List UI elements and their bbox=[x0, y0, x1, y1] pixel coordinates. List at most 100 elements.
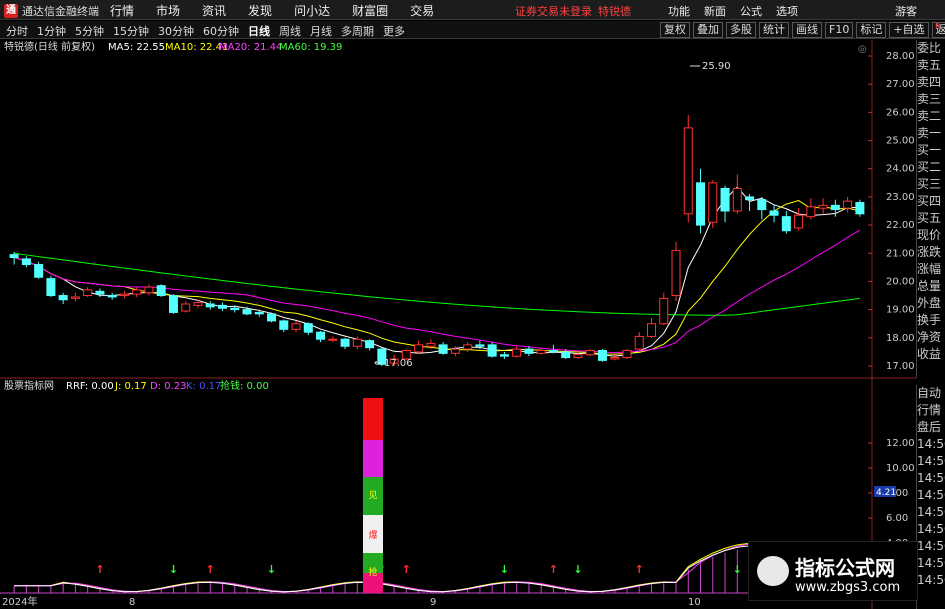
period-monthly[interactable]: 月线 bbox=[310, 23, 332, 39]
candle-up bbox=[83, 289, 93, 297]
candle-up bbox=[683, 127, 693, 215]
candle-up bbox=[818, 204, 828, 209]
watermark-title: 指标公式网 bbox=[795, 556, 895, 580]
candle-down bbox=[205, 303, 215, 308]
diejia-button[interactable]: 叠加 bbox=[693, 22, 723, 38]
candle-down bbox=[230, 307, 240, 311]
period-fenshi[interactable]: 分时 bbox=[6, 23, 28, 39]
quote-field-label: 净资 bbox=[917, 330, 942, 344]
quote-field-label: 换手 bbox=[917, 313, 942, 327]
period-30min[interactable]: 30分钟 bbox=[158, 23, 194, 39]
buy-arrow-icon: ↑ bbox=[635, 563, 644, 576]
menu-gongshi[interactable]: 公式 bbox=[740, 3, 762, 19]
tick-panel-label[interactable]: 行情 bbox=[917, 402, 945, 419]
candle-up bbox=[426, 342, 436, 347]
menu-xinmian[interactable]: 新面 bbox=[704, 3, 726, 19]
price-tick-label: 19.00 bbox=[886, 305, 915, 316]
legend-j: J: 0.17 bbox=[114, 381, 147, 392]
indicator-marker: 4.21 bbox=[876, 488, 896, 498]
chart-settings-icon[interactable]: ◎ bbox=[858, 44, 867, 55]
sell-arrow-icon: ↓ bbox=[573, 563, 582, 576]
watermark-url: www.zbgs3.com bbox=[795, 580, 901, 595]
period-multi[interactable]: 多周期 bbox=[341, 23, 374, 39]
tick-panel: 自动行情盘后14:5014:5014:5014:5014:5014:5014:5… bbox=[916, 385, 945, 609]
title-bar: 通 通达信金融终端 行情 市场 资讯 发现 问小达 财富圈 交易 证券交易未登录… bbox=[0, 0, 945, 20]
huaxian-button[interactable]: 画线 bbox=[792, 22, 822, 38]
period-weekly[interactable]: 周线 bbox=[279, 23, 301, 39]
quote-field-label: 外盘 bbox=[917, 296, 942, 310]
period-60min[interactable]: 60分钟 bbox=[203, 23, 239, 39]
period-5min[interactable]: 5分钟 bbox=[75, 23, 104, 39]
indicator-tick-label: 6.00 bbox=[886, 513, 908, 524]
menu-wenxiaoda[interactable]: 问小达 bbox=[294, 2, 330, 19]
price-tick-label: 28.00 bbox=[886, 51, 915, 62]
candle-up bbox=[193, 302, 203, 306]
period-15min[interactable]: 15分钟 bbox=[113, 23, 149, 39]
candle-down bbox=[46, 278, 56, 297]
candle-up bbox=[806, 206, 816, 218]
candle-up bbox=[70, 296, 80, 299]
candle-up bbox=[622, 350, 632, 359]
menu-zixun[interactable]: 资讯 bbox=[202, 2, 226, 19]
candle-up bbox=[843, 200, 853, 209]
f10-button[interactable]: F10 bbox=[825, 22, 854, 38]
period-daily[interactable]: 日线 bbox=[248, 23, 270, 39]
tick-panel-label[interactable]: 盘后 bbox=[917, 419, 945, 436]
date-label-year: 2024年 bbox=[2, 595, 37, 608]
legend-ma60: MA60: 19.39 bbox=[279, 42, 342, 53]
candle-up bbox=[450, 348, 460, 354]
menu-xuanxiang[interactable]: 选项 bbox=[776, 3, 798, 19]
candle-down bbox=[475, 344, 485, 347]
candle-down bbox=[548, 350, 558, 353]
tick-panel-label[interactable]: 自动 bbox=[917, 385, 945, 402]
svg-text:25.90: 25.90 bbox=[702, 61, 731, 72]
candle-up bbox=[132, 289, 142, 295]
low-annotation: ← 17.06 bbox=[374, 358, 413, 369]
candle-up bbox=[144, 286, 154, 294]
indicator-name: 股票指标网 bbox=[4, 379, 54, 392]
sell-arrow-icon: ↓ bbox=[267, 563, 276, 576]
period-more[interactable]: 更多 bbox=[383, 23, 405, 39]
tongji-button[interactable]: 统计 bbox=[759, 22, 789, 38]
indicator-tick-label: 10.00 bbox=[886, 463, 915, 474]
candle-up bbox=[671, 249, 681, 297]
fuquan-button[interactable]: 复权 bbox=[660, 22, 690, 38]
duogu-button[interactable]: 多股 bbox=[726, 22, 756, 38]
candle-down bbox=[696, 182, 706, 226]
date-label-aug: 8 bbox=[129, 597, 135, 608]
candle-down bbox=[438, 344, 448, 354]
quote-field-label: 卖五 bbox=[917, 58, 942, 72]
biaoji-button[interactable]: 标记 bbox=[856, 22, 887, 38]
menu-hangqing[interactable]: 行情 bbox=[110, 2, 134, 19]
candle-up bbox=[536, 350, 546, 354]
quote-field-label: 卖三 bbox=[917, 92, 942, 106]
quote-field-label: 买三 bbox=[917, 177, 942, 191]
quote-field-label: 卖一 bbox=[917, 126, 942, 140]
menu-faxian[interactable]: 发现 bbox=[248, 2, 272, 19]
menu-caifuquan[interactable]: 财富圈 bbox=[352, 2, 388, 19]
quote-field-label: 买二 bbox=[917, 160, 942, 174]
quote-field-label: 现价 bbox=[917, 228, 942, 242]
guest-label[interactable]: 游客 bbox=[895, 3, 917, 19]
kline-chart[interactable]: 特锐德(日线 前复权) MA5: 22.55 MA10: 22.41 MA20:… bbox=[0, 40, 916, 609]
candle-up bbox=[794, 214, 804, 229]
login-notice[interactable]: 证券交易未登录 bbox=[515, 3, 592, 19]
price-tick-label: 20.00 bbox=[886, 276, 915, 287]
buy-arrow-icon: ↑ bbox=[402, 563, 411, 576]
candle-down bbox=[95, 290, 105, 295]
buy-arrow-icon: ↑ bbox=[549, 563, 558, 576]
candle-down bbox=[499, 354, 509, 357]
legend-ma5: MA5: 22.55 bbox=[108, 42, 165, 53]
tick-time: 14:50 bbox=[917, 522, 945, 536]
menu-shichang[interactable]: 市场 bbox=[156, 2, 180, 19]
quote-field-label: 委比 bbox=[917, 41, 942, 55]
date-label-sep: 9 bbox=[430, 597, 436, 608]
menu-gongneng[interactable]: 功能 bbox=[668, 3, 690, 19]
period-1min[interactable]: 1分钟 bbox=[37, 23, 66, 39]
candle-down bbox=[769, 210, 779, 216]
candle-up bbox=[610, 357, 620, 360]
menu-jiaoyi[interactable]: 交易 bbox=[410, 2, 434, 19]
candle-down bbox=[597, 350, 607, 361]
add-watchlist-button[interactable]: +自选 bbox=[889, 22, 929, 38]
tick-time: 14:50 bbox=[917, 539, 945, 553]
